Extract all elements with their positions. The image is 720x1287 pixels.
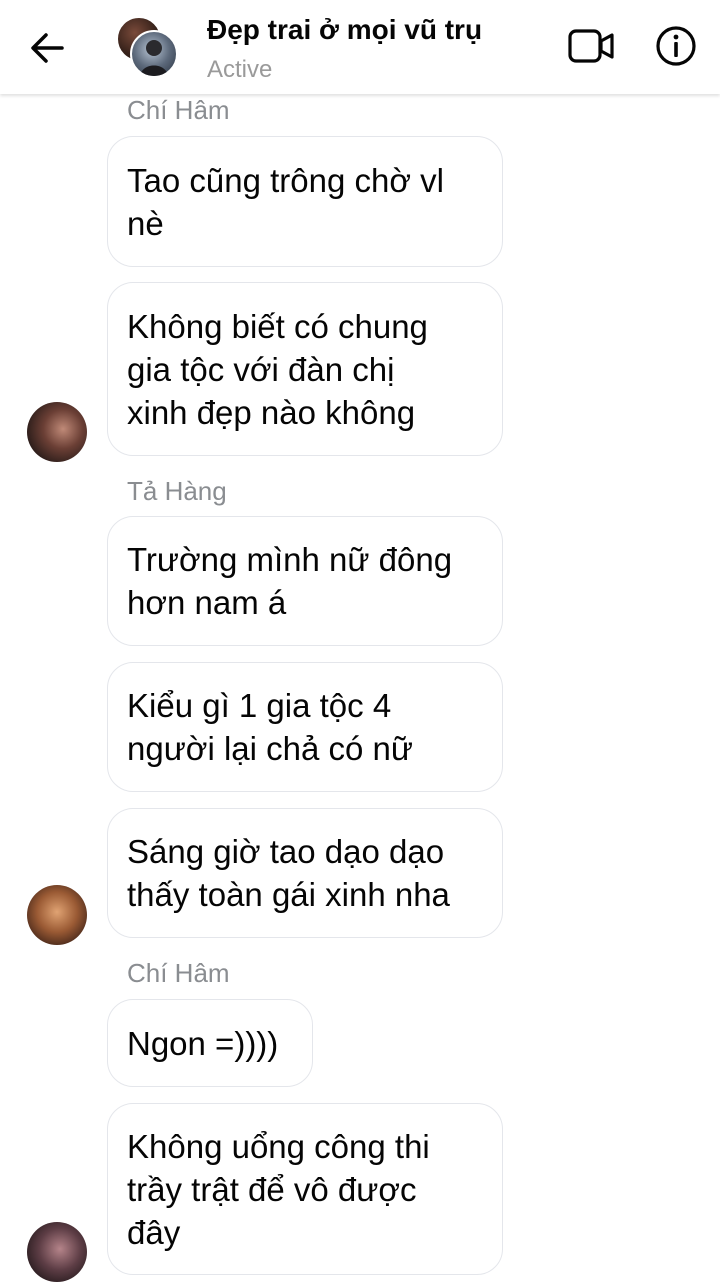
sender-avatar[interactable] [27,1222,87,1282]
back-button[interactable] [22,26,70,70]
sender-name: Tả Hàng [127,476,227,506]
message-bubble[interactable]: Tao cũng trông chờ vl nè [107,136,503,267]
message-text-line: người lại chả có nữ [127,730,413,767]
message-text-line: gia tộc với đàn chị [127,350,395,388]
arrow-left-icon [31,33,64,63]
member-avatar-front [130,30,178,78]
group-avatar[interactable] [116,16,178,78]
message-text-line: đây [127,1213,181,1251]
message-text-line: Không biết có chung [127,307,428,345]
message-bubble[interactable]: Sáng giờ tao dạo dạo thấy toàn gái xinh … [107,808,503,938]
conversation-title[interactable]: Đẹp trai ở mọi vũ trụ [207,14,482,46]
video-camera-icon [568,29,614,63]
sender-name: Chí Hâm [127,958,230,988]
message-text-line: Không uổng công thi [127,1127,430,1165]
message-bubble[interactable]: Không biết có chung gia tộc với đàn chị … [107,282,503,456]
message-text-line: nè [127,204,164,242]
message-text-line: trầy trật để vô được [127,1170,417,1208]
chat-header: Đẹp trai ở mọi vũ trụ Active [0,0,720,94]
message-text-line: thấy toàn gái xinh nha [127,876,450,913]
info-circle-icon [656,26,696,66]
message-bubble[interactable]: Ngon =)))) [107,999,313,1087]
message-text-line: Sáng giờ tao dạo dạo [127,833,445,870]
message-bubble[interactable]: Kiểu gì 1 gia tộc 4 người lại chả có nữ [107,662,503,792]
message-text-line: Trường mình nữ đông [127,541,453,578]
sender-name: Chí Hâm [127,95,230,125]
message-bubble[interactable]: Không uổng công thi trầy trật để vô được… [107,1103,503,1275]
message-text-line: hơn nam á [127,584,287,621]
message-text-line: Ngon =)))) [127,1024,279,1062]
message-text-line: Kiểu gì 1 gia tộc 4 [127,687,392,724]
video-call-button[interactable] [566,26,616,66]
message-text-line: Tao cũng trông chờ vl [127,161,444,199]
sender-avatar[interactable] [27,885,87,945]
info-button[interactable] [654,24,698,68]
message-bubble[interactable]: Trường mình nữ đông hơn nam á [107,516,503,646]
message-text-line: xinh đẹp nào không [127,393,416,431]
sender-avatar[interactable] [27,402,87,462]
active-status: Active [207,56,273,83]
